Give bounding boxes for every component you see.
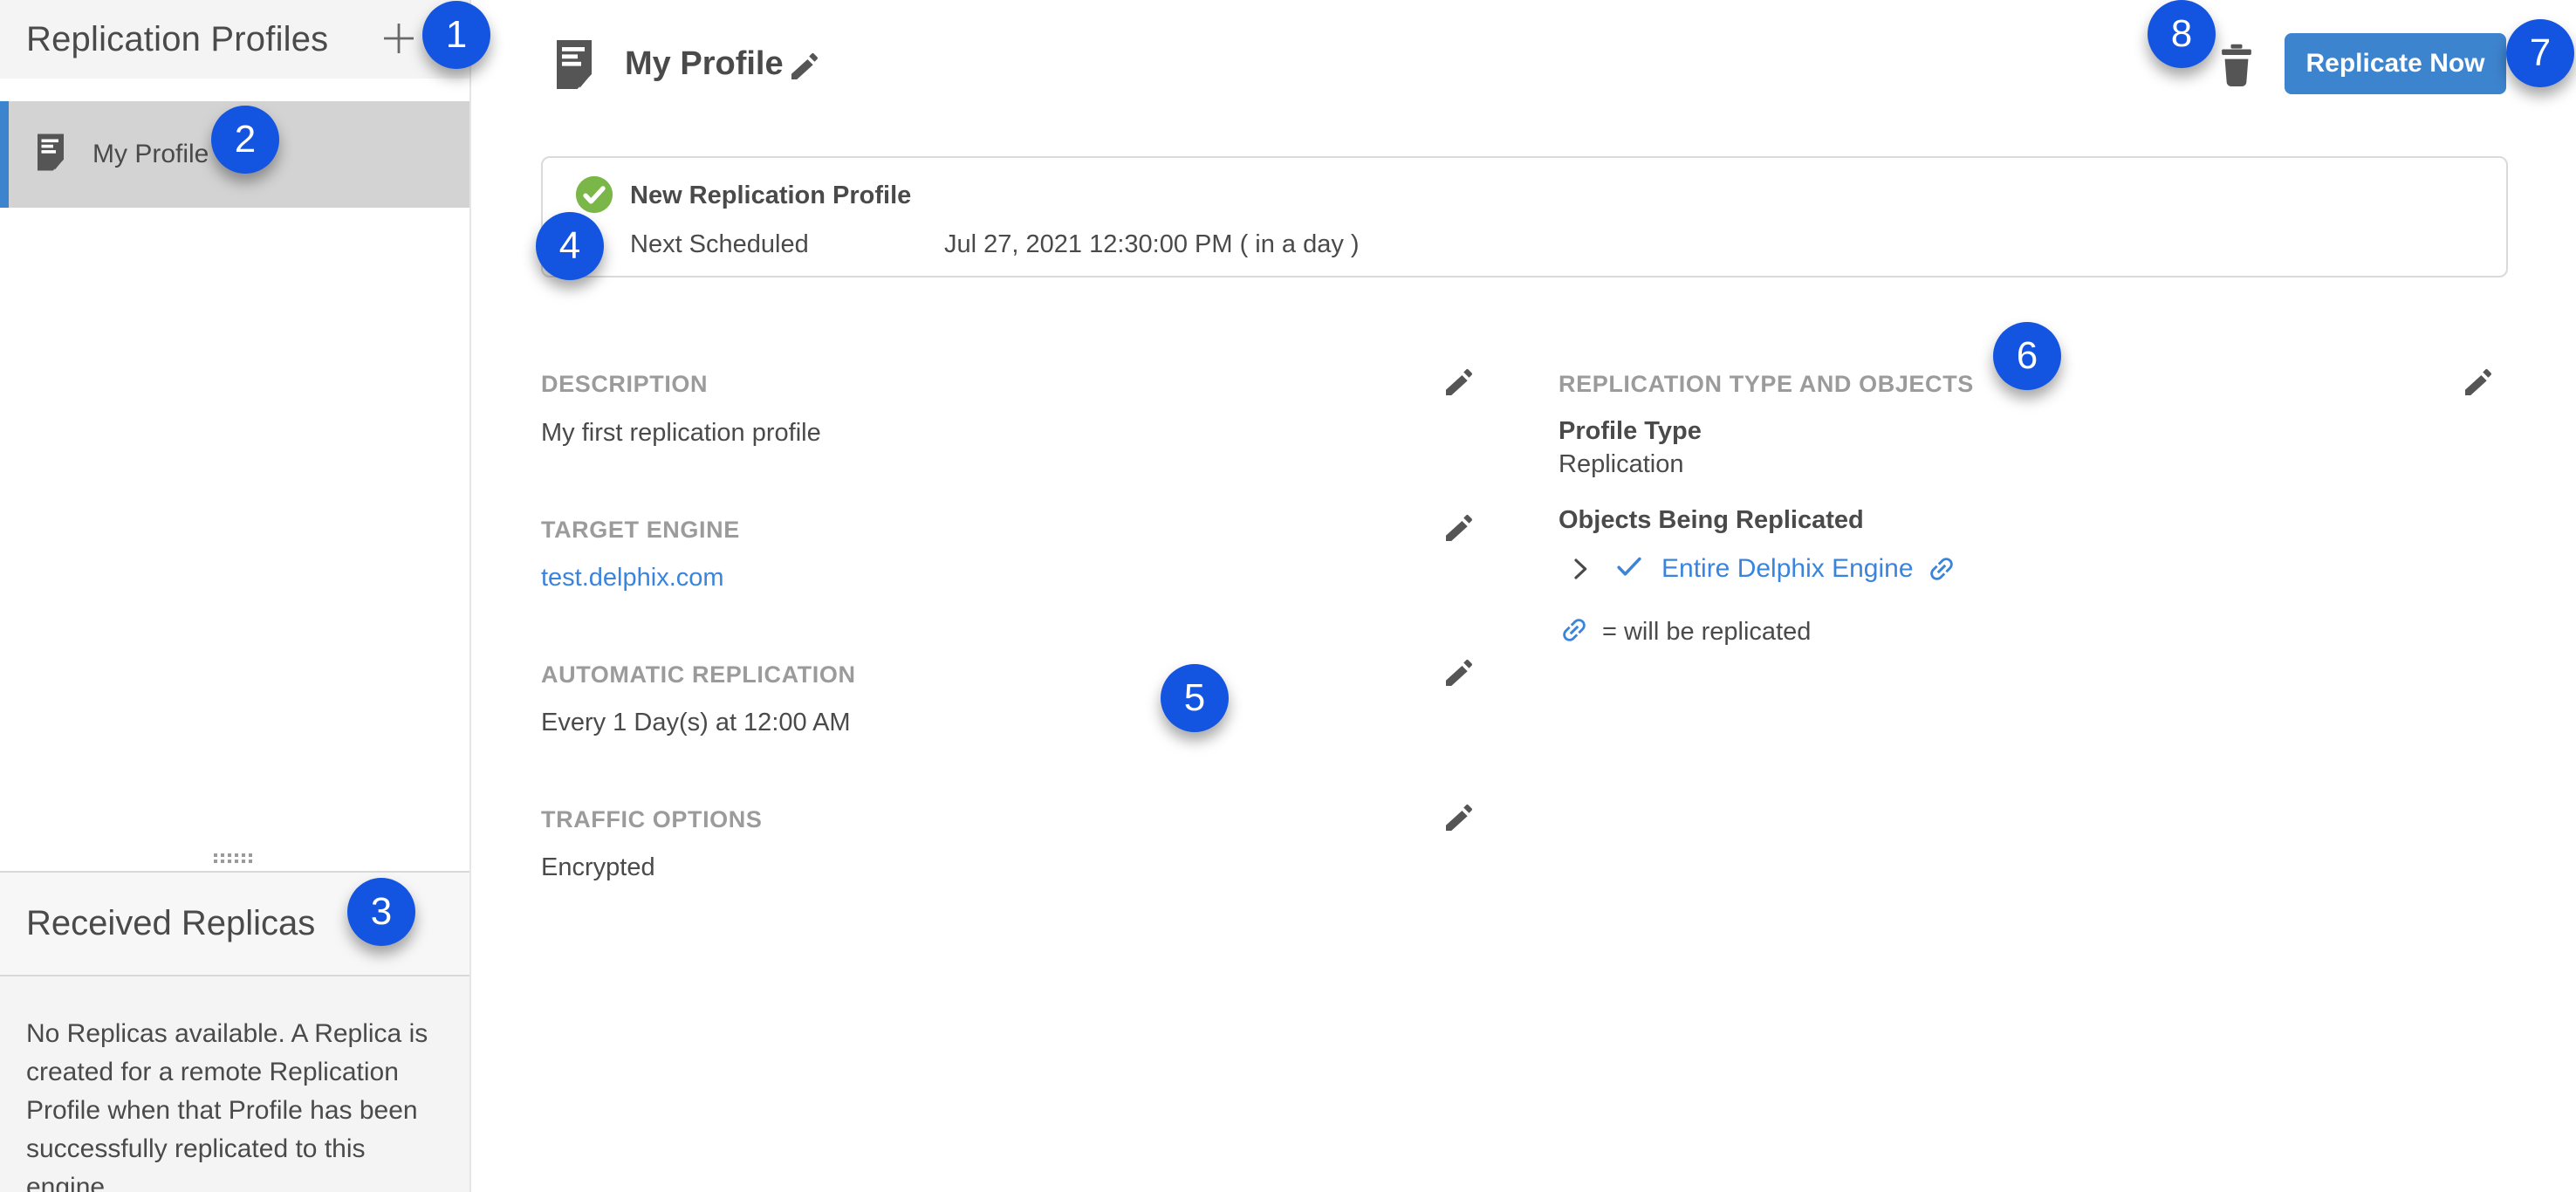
description-value: My first replication profile: [541, 419, 821, 448]
status-card: New Replication Profile Next Scheduled J…: [541, 156, 2508, 277]
sidebar-title: Replication Profiles: [26, 20, 328, 59]
legend-text: = will be replicated: [1602, 618, 1811, 647]
pencil-icon: [1442, 825, 1476, 838]
edit-target-engine-button[interactable]: [1442, 510, 1476, 545]
profile-document-icon: [553, 38, 595, 95]
replication-profiles-screen: Replication Profiles My Profile: [0, 0, 2576, 1192]
annotation-badge-8: 8: [2148, 0, 2216, 68]
edit-automatic-replication-button[interactable]: [1442, 655, 1476, 690]
replicated-object-row: Entire Delphix Engine: [1565, 550, 1957, 587]
replication-type-label: REPLICATION TYPE AND OBJECTS: [1559, 371, 1974, 398]
target-engine-label: TARGET ENGINE: [541, 517, 740, 544]
selected-indicator: [0, 101, 9, 208]
objects-being-replicated-label: Objects Being Replicated: [1559, 506, 1864, 535]
check-icon: [1613, 550, 1646, 587]
sidebar: Replication Profiles My Profile: [0, 0, 471, 1192]
received-replicas-empty-message: No Replicas available. A Replica is crea…: [0, 976, 469, 1192]
link-chain-icon: [1559, 614, 1590, 650]
automatic-replication-value: Every 1 Day(s) at 12:00 AM: [541, 709, 851, 737]
traffic-options-value: Encrypted: [541, 853, 655, 882]
delete-profile-button[interactable]: [2216, 42, 2257, 91]
plus-icon: [378, 17, 420, 62]
annotation-badge-5: 5: [1161, 664, 1229, 732]
traffic-options-label: TRAFFIC OPTIONS: [541, 806, 763, 833]
entire-delphix-engine-link[interactable]: Entire Delphix Engine: [1661, 553, 1957, 585]
profile-type-value: Replication: [1559, 450, 1683, 479]
pencil-icon: [1442, 535, 1476, 548]
edit-replication-type-button[interactable]: [2461, 365, 2496, 400]
panel-resize-handle[interactable]: [211, 853, 260, 867]
target-engine-link[interactable]: test.delphix.com: [541, 564, 724, 593]
annotation-badge-1: 1: [422, 1, 490, 69]
annotation-badge-4: 4: [536, 212, 604, 280]
next-scheduled-value: Jul 27, 2021 12:30:00 PM ( in a day ): [944, 230, 1360, 259]
pencil-icon: [1442, 389, 1476, 402]
check-circle-icon: [574, 175, 614, 215]
pencil-icon: [1442, 680, 1476, 693]
expand-object-button[interactable]: [1565, 555, 1593, 583]
chevron-right-icon: [1565, 572, 1593, 586]
sidebar-item-label: My Profile: [92, 140, 209, 169]
status-title: New Replication Profile: [630, 182, 911, 210]
edit-profile-name-button[interactable]: [787, 49, 822, 84]
edit-traffic-options-button[interactable]: [1442, 800, 1476, 835]
add-profile-button[interactable]: [377, 17, 421, 61]
annotation-badge-3: 3: [347, 878, 415, 946]
annotation-badge-2: 2: [211, 106, 279, 174]
page-title: My Profile: [625, 45, 784, 83]
edit-description-button[interactable]: [1442, 365, 1476, 400]
replication-profiles-header: Replication Profiles: [0, 0, 469, 79]
link-chain-icon: [1926, 553, 1957, 585]
pencil-icon: [787, 73, 822, 86]
profile-document-icon: [35, 133, 66, 176]
automatic-replication-label: AUTOMATIC REPLICATION: [541, 661, 856, 688]
drag-dots-icon: [213, 853, 258, 869]
received-replicas-title: Received Replicas: [26, 904, 315, 943]
annotation-badge-7: 7: [2506, 19, 2574, 87]
replication-legend: = will be replicated: [1559, 614, 1811, 650]
pencil-icon: [2461, 389, 2496, 402]
replicate-now-button[interactable]: Replicate Now: [2285, 33, 2506, 94]
description-label: DESCRIPTION: [541, 371, 708, 398]
annotation-badge-6: 6: [1993, 322, 2061, 390]
next-scheduled-label: Next Scheduled: [630, 230, 809, 259]
profile-type-label: Profile Type: [1559, 417, 1702, 446]
trash-icon: [2216, 80, 2257, 93]
